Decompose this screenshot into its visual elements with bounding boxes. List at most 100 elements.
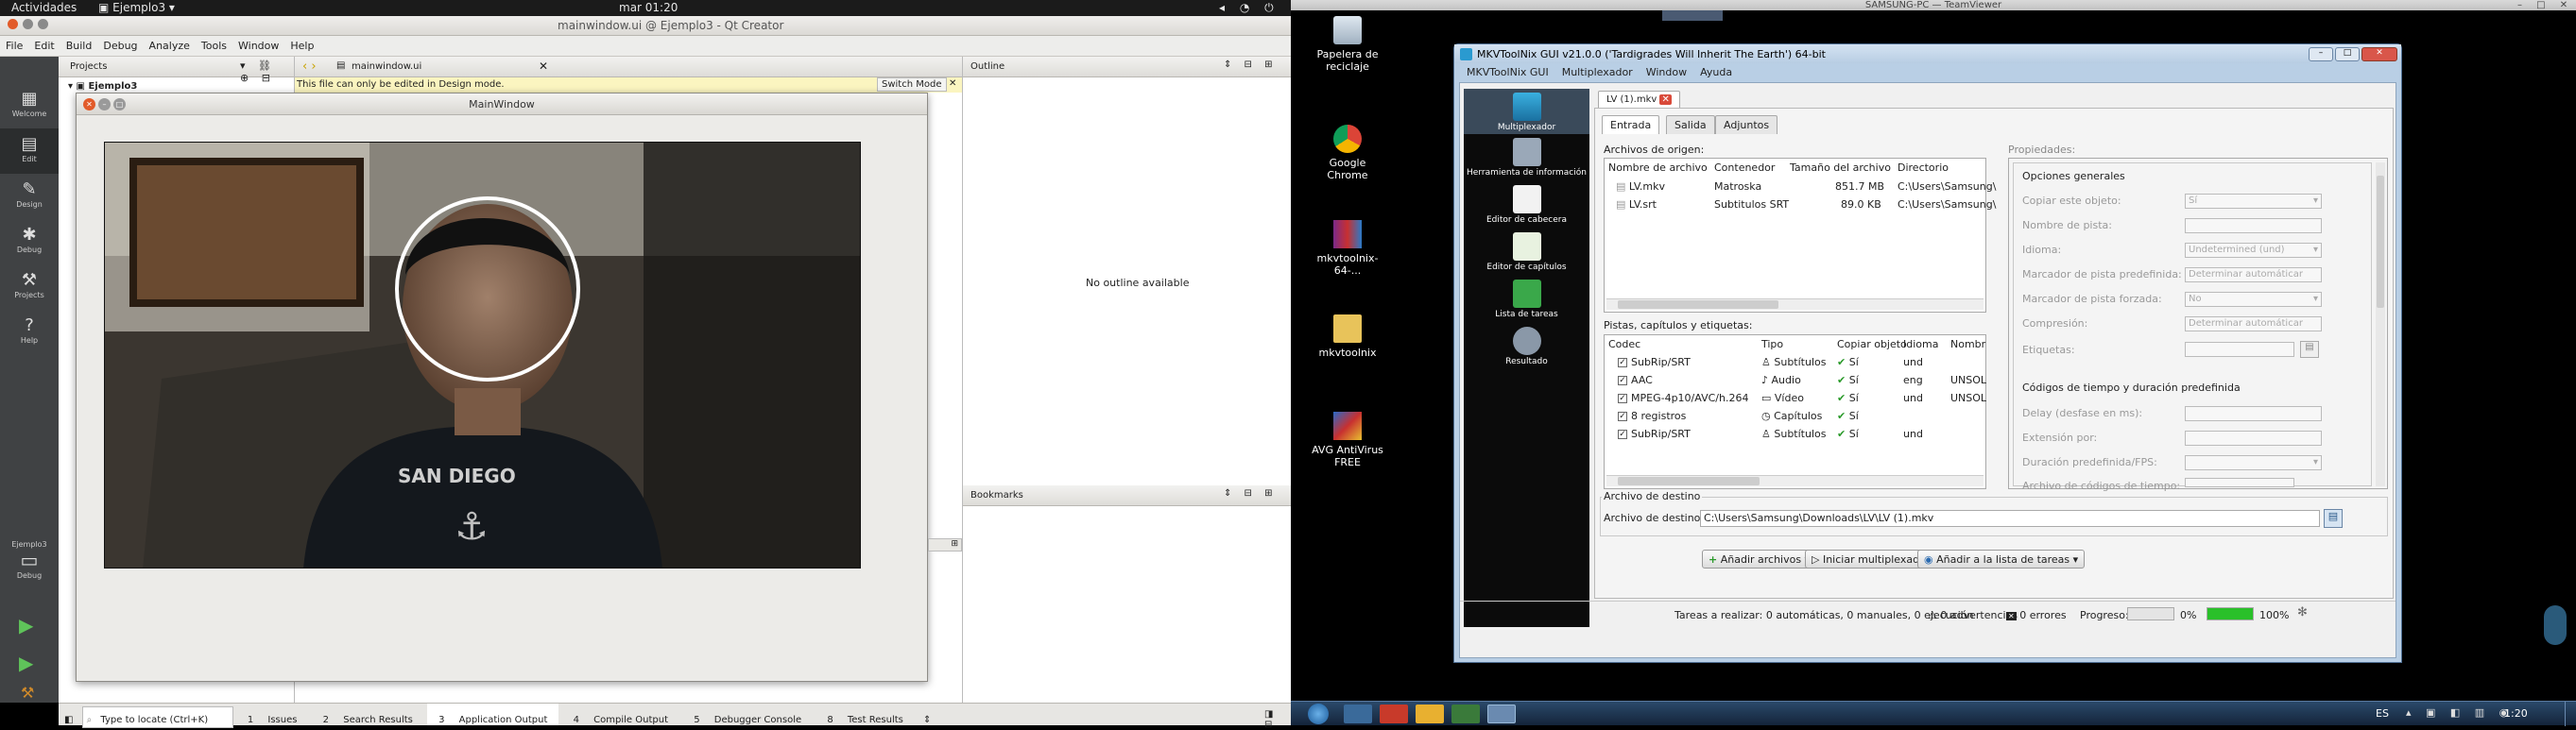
desktop-icon-chrome[interactable]: Google Chrome bbox=[1310, 125, 1385, 181]
kit-selector[interactable]: Ejemplo3 ▭ Debug bbox=[0, 540, 59, 580]
tool-multiplexador[interactable]: Multiplexador bbox=[1464, 89, 1589, 134]
menu-help[interactable]: Help bbox=[284, 36, 319, 52]
language-indicator[interactable]: ES bbox=[2376, 707, 2389, 720]
build-hammer-icon[interactable]: ⚒ bbox=[21, 684, 34, 702]
desktop-icon-mkvtoolnix-installer[interactable]: mkvtoolnix-64-... bbox=[1310, 220, 1385, 277]
prop-delay-input[interactable] bbox=[2185, 406, 2322, 421]
teamviewer-window-controls[interactable]: – □ ✕ bbox=[2517, 0, 2573, 10]
menu-ayuda[interactable]: Ayuda bbox=[1693, 65, 1739, 79]
mode-design[interactable]: ✎ Design bbox=[0, 174, 59, 219]
teamviewer-side-handle-icon[interactable] bbox=[2544, 605, 2567, 645]
sources-table[interactable]: Nombre de archivo Contenedor Tamaño del … bbox=[1604, 158, 1996, 313]
projects-combo[interactable]: Projects bbox=[70, 61, 107, 72]
prop-fps-select[interactable]: ▾ bbox=[2185, 455, 2322, 470]
output-tab-test-results[interactable]: 8 Test Results bbox=[816, 704, 915, 725]
track-checkbox[interactable]: ✓ bbox=[1618, 376, 1627, 385]
prop-compression-select[interactable]: Determinar automáticar bbox=[2185, 316, 2322, 331]
back-nav-icon[interactable]: ‹ › bbox=[302, 59, 317, 74]
output-tab-debugger-console[interactable]: 5 Debugger Console bbox=[682, 704, 813, 725]
menu-edit[interactable]: Edit bbox=[28, 36, 60, 52]
track-header-type[interactable]: Tipo bbox=[1761, 338, 1783, 356]
mode-edit[interactable]: ▤ Edit bbox=[0, 128, 59, 174]
close-window-icon[interactable] bbox=[8, 19, 18, 29]
sources-hscrollbar[interactable] bbox=[1606, 298, 1984, 310]
menu-file[interactable]: File bbox=[0, 36, 28, 52]
output-pane-float-icon[interactable]: ⊞ bbox=[928, 538, 962, 552]
mode-projects[interactable]: ⚒ Projects bbox=[0, 264, 59, 310]
start-button-icon[interactable] bbox=[1308, 704, 1329, 724]
tab-adjuntos[interactable]: Adjuntos bbox=[1715, 115, 1778, 134]
track-header-copy[interactable]: Copiar objeto bbox=[1837, 338, 1907, 356]
add-to-queue-button[interactable]: ◉ Añadir a la lista de tareas ▾ bbox=[1917, 550, 2086, 569]
filter-link-icons[interactable]: ▾ ⛓ ⊕ ⊟ bbox=[240, 59, 294, 84]
taskbar-mkvtoolnix-icon[interactable] bbox=[1487, 705, 1516, 723]
source-header-container[interactable]: Contenedor bbox=[1714, 161, 1775, 179]
prop-track-name-input[interactable] bbox=[2185, 218, 2322, 233]
close-infobar-icon[interactable]: ✕ bbox=[949, 78, 956, 89]
tracks-table[interactable]: Codec Tipo Copiar objeto Idioma Nombr ✓ S… bbox=[1604, 334, 1986, 489]
bookmarks-combo[interactable]: Bookmarks bbox=[970, 490, 1023, 501]
mode-welcome[interactable]: ▦ Welcome bbox=[0, 83, 59, 128]
track-header-codec[interactable]: Codec bbox=[1608, 338, 1640, 356]
run-icon[interactable]: ▶ bbox=[19, 614, 33, 637]
source-header-name[interactable]: Nombre de archivo bbox=[1608, 161, 1708, 179]
track-checkbox[interactable]: ✓ bbox=[1618, 358, 1627, 367]
tracks-hscrollbar[interactable] bbox=[1606, 475, 1984, 486]
status-errors[interactable]: ✕ 0 errores bbox=[2006, 609, 2067, 621]
teamviewer-panel-handle[interactable] bbox=[1662, 10, 1723, 21]
maximize-window-icon[interactable] bbox=[38, 19, 48, 29]
outline-pane-controls[interactable]: ⇕ ⊟ ⊞ bbox=[1224, 59, 1278, 70]
switch-mode-button[interactable]: Switch Mode bbox=[877, 77, 947, 92]
tab-entrada[interactable]: Entrada bbox=[1602, 115, 1660, 134]
tool-header-editor[interactable]: Editor de cabecera bbox=[1464, 185, 1589, 225]
track-checkbox[interactable]: ✓ bbox=[1618, 412, 1627, 421]
source-header-dir[interactable]: Directorio bbox=[1898, 161, 1949, 179]
menu-debug[interactable]: Debug bbox=[97, 36, 143, 52]
tool-job-queue[interactable]: Lista de tareas bbox=[1464, 280, 1589, 319]
app-menu[interactable]: ▣ Ejemplo3 ▾ bbox=[98, 1, 175, 14]
desktop-icon-mkvtoolnix-folder[interactable]: mkvtoolnix bbox=[1310, 314, 1385, 359]
desktop-icon-recycle-bin[interactable]: Papelera de reciclaje bbox=[1310, 16, 1385, 73]
tool-job-output[interactable]: Resultado bbox=[1464, 327, 1589, 366]
mkv-close-icon[interactable]: ✕ bbox=[2361, 47, 2397, 61]
prop-tags-input[interactable] bbox=[2185, 342, 2294, 357]
scrollbar-thumb[interactable] bbox=[2377, 176, 2384, 308]
output-tab-application-output[interactable]: 3 Application Output bbox=[427, 704, 559, 725]
clock[interactable]: mar 01:20 bbox=[619, 1, 678, 14]
close-tab-icon[interactable]: ✕ bbox=[1659, 94, 1672, 105]
output-tab-issues[interactable]: 1 Issues bbox=[236, 704, 309, 725]
menu-window[interactable]: Window bbox=[232, 36, 284, 52]
prop-stretch-input[interactable] bbox=[2185, 431, 2322, 446]
tab-salida[interactable]: Salida bbox=[1666, 115, 1715, 134]
taskbar-folder-icon[interactable] bbox=[1416, 705, 1444, 723]
destination-input[interactable]: C:\Users\Samsung\Downloads\LV\LV (1).mkv bbox=[1700, 510, 2320, 527]
track-header-name[interactable]: Nombr bbox=[1950, 338, 1985, 356]
browse-tags-icon[interactable]: ▤ bbox=[2300, 341, 2319, 358]
scrollbar-thumb[interactable] bbox=[1618, 300, 1778, 309]
tool-chapter-editor[interactable]: Editor de capítulos bbox=[1464, 232, 1589, 272]
browse-destination-icon[interactable]: ▤ bbox=[2324, 509, 2343, 528]
menu-window[interactable]: Window bbox=[1640, 65, 1693, 79]
track-checkbox[interactable]: ✓ bbox=[1618, 394, 1627, 403]
status-warnings[interactable]: ⚠ 0 advertencias bbox=[1928, 609, 2018, 621]
minimize-window-icon[interactable] bbox=[23, 19, 33, 29]
track-checkbox[interactable]: ✓ bbox=[1618, 430, 1627, 439]
scrollbar-thumb[interactable] bbox=[1618, 477, 1760, 485]
menu-build[interactable]: Build bbox=[60, 36, 98, 52]
output-tab-search-results[interactable]: 2 Search Results bbox=[312, 704, 424, 725]
doc-tab-lv1[interactable]: LV (1).mkv ✕ bbox=[1598, 91, 1680, 108]
taskbar-clock[interactable]: 1:20 bbox=[2504, 707, 2528, 720]
mode-help[interactable]: ? Help bbox=[0, 310, 59, 355]
taskbar-media-icon[interactable] bbox=[1380, 705, 1408, 723]
mainwindow-maximize-icon[interactable]: □ bbox=[113, 98, 126, 110]
prop-default-flag-select[interactable]: Determinar automáticar bbox=[2185, 267, 2322, 282]
project-tree-root[interactable]: ▾ ▣ Ejemplo3 bbox=[68, 81, 137, 92]
outline-combo[interactable]: Outline bbox=[970, 61, 1005, 72]
mainwindow-minimize-icon[interactable]: – bbox=[98, 98, 111, 110]
menu-tools[interactable]: Tools bbox=[196, 36, 232, 52]
prop-copy-select[interactable]: Sí ▾ bbox=[2185, 194, 2322, 209]
menu-multiplexador[interactable]: Multiplexador bbox=[1555, 65, 1640, 79]
mainwindow-close-icon[interactable]: ✕ bbox=[83, 98, 95, 110]
mode-debug[interactable]: ✱ Debug bbox=[0, 219, 59, 264]
system-tray-icons[interactable]: ▴ ▣ ◧ ▥ ◉ bbox=[2406, 706, 2514, 719]
